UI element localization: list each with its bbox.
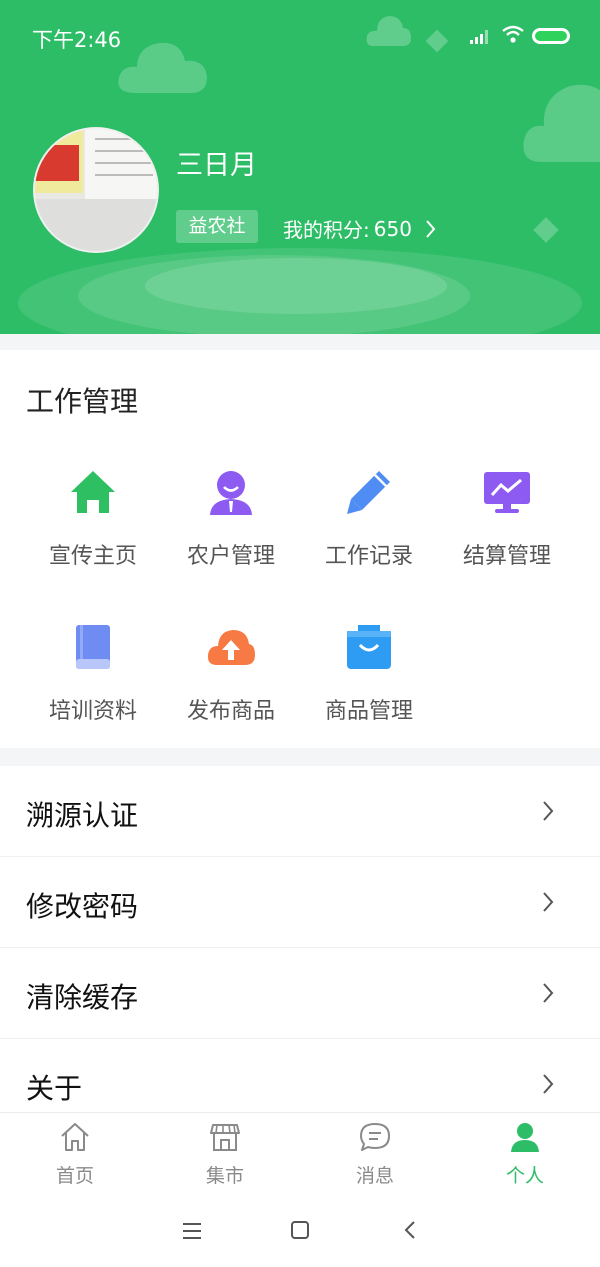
work-management-card: 工作管理 宣传主页 农户管理 工作记录 结算管理 培训资料 发布商品 商品管理 xyxy=(0,350,600,748)
grid-item-label: 商品管理 xyxy=(324,699,413,724)
chevron-right-icon xyxy=(543,892,554,912)
chevron-right-icon xyxy=(426,219,436,238)
tab-label: 个人 xyxy=(505,1165,544,1187)
points-value: 650 xyxy=(373,216,412,241)
menu-item-about[interactable]: 关于 xyxy=(0,1039,600,1112)
status-time: 下午2:46 xyxy=(32,28,122,52)
menu-item-traceability[interactable]: 溯源认证 xyxy=(0,766,600,857)
grid-item-work-log[interactable]: 工作记录 xyxy=(300,468,438,588)
grid-item-product-management[interactable]: 商品管理 xyxy=(300,623,438,743)
points-link[interactable]: 我的积分: 650 xyxy=(283,214,436,243)
home-square-icon[interactable] xyxy=(290,1220,310,1240)
status-bar: 下午2:46 xyxy=(0,0,600,70)
avatar-photo xyxy=(35,129,157,251)
org-badge: 益农社 xyxy=(176,210,258,243)
menu-icon[interactable] xyxy=(182,1222,202,1240)
chevron-right-icon xyxy=(543,983,554,1003)
monitor-chart-icon xyxy=(484,472,530,513)
back-icon[interactable] xyxy=(404,1220,416,1240)
tab-profile[interactable]: 个人 xyxy=(450,1113,600,1195)
home-outline-icon xyxy=(61,1123,89,1151)
settings-list: 溯源认证 修改密码 清除缓存 关于 xyxy=(0,766,600,1112)
grid-item-label: 发布商品 xyxy=(186,699,275,724)
menu-item-label: 关于 xyxy=(26,1072,83,1105)
tab-messages[interactable]: 消息 xyxy=(300,1113,450,1195)
bottom-tab-bar: 首页 集市 消息 个人 xyxy=(0,1112,600,1194)
signal-icon xyxy=(470,30,488,44)
grid-item-publish-product[interactable]: 发布商品 xyxy=(162,623,300,743)
grid-item-label: 结算管理 xyxy=(462,544,551,569)
chat-icon xyxy=(360,1123,390,1151)
user-name: 三日月 xyxy=(176,150,257,181)
battery-icon xyxy=(532,28,570,44)
tab-home[interactable]: 首页 xyxy=(0,1113,150,1195)
person-icon xyxy=(511,1123,539,1152)
grid-item-label: 宣传主页 xyxy=(48,544,137,569)
grid-item-promo-home[interactable]: 宣传主页 xyxy=(24,468,162,588)
grid-item-label: 培训资料 xyxy=(48,699,137,724)
menu-item-label: 溯源认证 xyxy=(26,799,139,832)
grid-item-label: 农户管理 xyxy=(186,544,275,569)
cloud-upload-icon xyxy=(207,630,255,665)
grid-item-settlement[interactable]: 结算管理 xyxy=(438,468,576,588)
points-label: 我的积分: xyxy=(283,218,370,242)
profile-header: 下午2:46 三日月 益农社 我的积分: 650 xyxy=(0,0,600,334)
bag-icon xyxy=(347,625,391,669)
home-icon xyxy=(71,471,115,513)
diamond-decoration xyxy=(533,217,559,243)
chevron-right-icon xyxy=(543,1074,554,1094)
tab-market[interactable]: 集市 xyxy=(150,1113,300,1195)
pencil-icon xyxy=(347,471,390,514)
menu-item-label: 清除缓存 xyxy=(26,981,139,1014)
wifi-icon xyxy=(502,25,524,43)
tab-label: 消息 xyxy=(355,1165,394,1187)
menu-item-change-password[interactable]: 修改密码 xyxy=(0,857,600,948)
grid-item-label: 工作记录 xyxy=(324,544,413,569)
section-title: 工作管理 xyxy=(26,385,139,418)
cloud-decoration xyxy=(523,84,600,162)
header-decoration xyxy=(145,258,447,314)
system-nav-bar xyxy=(0,1194,600,1267)
tab-label: 集市 xyxy=(205,1165,244,1187)
avatar[interactable] xyxy=(33,127,159,253)
book-icon xyxy=(76,625,110,669)
menu-item-label: 修改密码 xyxy=(26,890,139,923)
chevron-right-icon xyxy=(543,801,554,821)
tab-label: 首页 xyxy=(55,1165,94,1187)
farmer-icon xyxy=(210,471,252,515)
store-icon xyxy=(210,1124,240,1151)
menu-item-clear-cache[interactable]: 清除缓存 xyxy=(0,948,600,1039)
grid-item-farmer-management[interactable]: 农户管理 xyxy=(162,468,300,588)
grid-item-training[interactable]: 培训资料 xyxy=(24,623,162,743)
